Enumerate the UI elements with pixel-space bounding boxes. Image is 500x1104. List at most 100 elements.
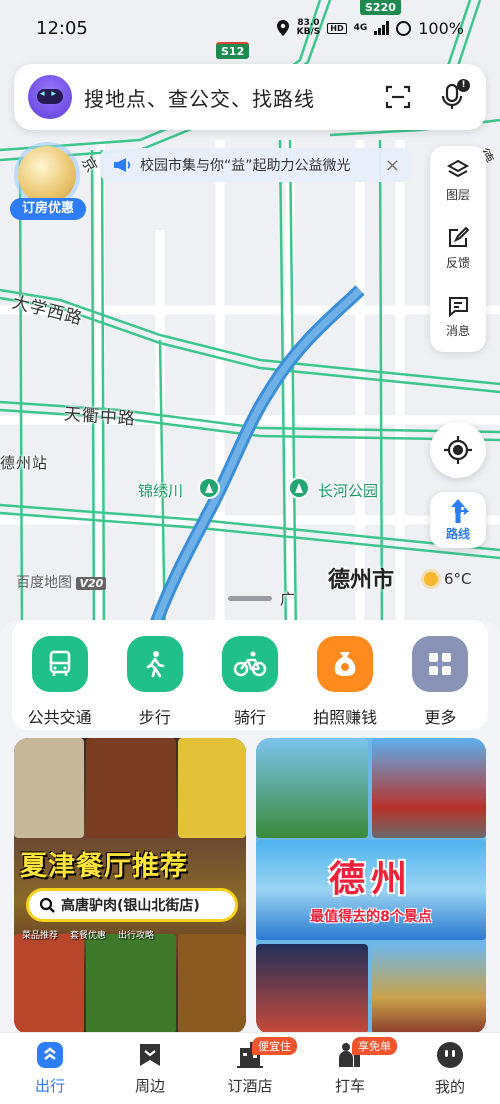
search-input[interactable]: 搜地点、查公交、找路线 <box>84 83 378 112</box>
bicycle-icon <box>221 636 278 692</box>
crosshair-icon <box>444 436 472 464</box>
tab-badge: 享免单 <box>352 1037 397 1055</box>
city-label-dezhou: 德州市 <box>328 568 395 593</box>
food-photo <box>86 934 176 1034</box>
location-icon <box>276 20 289 36</box>
feedback-label: 反馈 <box>445 255 470 270</box>
quick-label: 公共交通 <box>27 708 92 727</box>
sun-icon <box>424 572 438 586</box>
park-pin-icon[interactable] <box>198 477 220 499</box>
scenery-photo <box>372 944 486 1034</box>
status-bar: 12:05 83.0 KB/S HD 4G 100% <box>0 0 500 56</box>
sheet-drag-handle[interactable] <box>228 596 272 601</box>
food-card-search: 高唐驴肉(银山北街店) <box>26 888 238 922</box>
tab-profile[interactable]: 我的 <box>400 1033 500 1104</box>
notice-banner[interactable]: 校园市集与你“益”起助力公益微光 × <box>100 148 412 182</box>
road-label-tianqu-zhonglu: 天衢中路 <box>63 404 137 430</box>
money-bag-icon <box>317 636 374 692</box>
voice-button[interactable]: ! <box>432 77 472 117</box>
tab-badge: 便宜住 <box>252 1037 297 1055</box>
map-tools-panel: 图层 反馈 消息 <box>430 146 486 352</box>
network-speed: 83.0 KB/S <box>296 18 321 37</box>
layers-label: 图层 <box>445 187 470 202</box>
food-photo <box>178 934 246 1034</box>
messages-button[interactable]: 消息 <box>430 282 486 350</box>
promo-tag: 订房优惠 <box>10 198 86 220</box>
food-tag: 出行攻略 <box>118 931 155 941</box>
quick-label: 骑行 <box>233 708 266 727</box>
promo-coin-icon <box>18 146 76 204</box>
battery-level: 100% <box>418 18 464 38</box>
quick-more[interactable]: 更多 <box>394 636 486 730</box>
quick-label: 拍照赚钱 <box>313 708 378 727</box>
hd-indicator: HD <box>327 22 347 34</box>
tab-travel[interactable]: 出行 <box>0 1033 100 1104</box>
feedback-icon <box>449 226 470 247</box>
quick-label: 更多 <box>424 708 457 727</box>
food-card-title: 夏津餐厅推荐 <box>20 851 188 882</box>
layers-icon <box>446 159 470 177</box>
food-tag: 菜品推荐 <box>22 931 59 941</box>
scan-button[interactable] <box>378 77 418 117</box>
food-photo <box>86 738 176 838</box>
network-type: 4G <box>353 23 368 33</box>
feedback-button[interactable]: 反馈 <box>430 214 486 282</box>
search-bar[interactable]: 搜地点、查公交、找路线 ! <box>14 64 486 130</box>
notification-badge: ! <box>457 79 470 92</box>
bottom-tab-bar: 出行 周边 便宜住 订酒店 享免单 打车 我的 <box>0 1032 500 1104</box>
battery-icon <box>396 20 412 36</box>
route-label: 路线 <box>445 526 470 541</box>
tab-label: 我的 <box>434 1078 465 1096</box>
quick-cycle[interactable]: 骑行 <box>204 636 296 730</box>
route-button[interactable]: 路线 <box>430 492 486 548</box>
tourism-card[interactable]: 德州 最值得去的8个景点 <box>256 738 486 1034</box>
nearby-icon <box>140 1044 160 1066</box>
poi-label-jinxiuchuan[interactable]: 锦绣川 <box>138 480 183 501</box>
poi-label-changhe-park[interactable]: 长河公园 <box>318 480 378 501</box>
food-photo <box>178 738 246 838</box>
megaphone-icon <box>114 158 131 172</box>
food-tag: 套餐优惠 <box>70 931 107 941</box>
weather-temp: 6°C <box>444 570 472 588</box>
station-label-dezhou: 德州站 <box>0 454 49 472</box>
tab-label: 订酒店 <box>227 1077 273 1095</box>
tab-taxi[interactable]: 享免单 打车 <box>300 1033 400 1104</box>
hotel-promo-badge[interactable]: 订房优惠 <box>10 146 86 220</box>
food-card-search-text: 高唐驴肉(银山北街店) <box>61 898 200 914</box>
weather-widget[interactable]: 6°C <box>424 570 472 588</box>
status-time: 12:05 <box>36 17 88 39</box>
scan-icon <box>385 85 411 109</box>
scenery-photo <box>256 738 368 838</box>
food-photo <box>14 934 84 1034</box>
tour-card-subtitle: 最值得去的8个景点 <box>310 909 432 925</box>
tab-hotel[interactable]: 便宜住 订酒店 <box>200 1033 300 1104</box>
quick-walk[interactable]: 步行 <box>109 636 201 730</box>
tab-label: 周边 <box>134 1077 165 1095</box>
quick-actions: 公共交通 步行 骑行 拍照赚钱 更多 <box>12 620 488 730</box>
scenery-photo <box>372 738 486 838</box>
notice-text: 校园市集与你“益”起助力公益微光 <box>140 158 351 174</box>
tour-card-title: 德州 <box>328 859 413 900</box>
close-icon[interactable]: × <box>385 155 400 176</box>
messages-label: 消息 <box>445 323 470 338</box>
bus-icon <box>31 636 88 692</box>
food-photo <box>14 738 84 838</box>
quick-label: 步行 <box>138 708 171 727</box>
food-card-tags: 菜品推荐 套餐优惠 出行攻略 <box>22 928 246 941</box>
profile-icon <box>437 1042 463 1068</box>
tab-nearby[interactable]: 周边 <box>100 1033 200 1104</box>
travel-icon <box>37 1042 63 1068</box>
assistant-avatar-icon[interactable] <box>28 75 72 119</box>
quick-public-transit[interactable]: 公共交通 <box>14 636 106 730</box>
park-pin-icon[interactable] <box>288 477 310 499</box>
route-arrow-icon <box>451 498 470 523</box>
food-recommendation-card[interactable]: 夏津餐厅推荐 高唐驴肉(银山北街店) 菜品推荐 套餐优惠 出行攻略 <box>14 738 246 1034</box>
grid-icon <box>412 636 469 692</box>
road-label-fragment: 广 <box>280 590 297 608</box>
tab-label: 出行 <box>34 1077 65 1095</box>
layers-button[interactable]: 图层 <box>430 146 486 214</box>
message-icon <box>449 296 468 317</box>
locate-me-button[interactable] <box>430 422 486 478</box>
quick-photo-earn[interactable]: 拍照赚钱 <box>299 636 391 730</box>
walk-icon <box>126 636 183 692</box>
